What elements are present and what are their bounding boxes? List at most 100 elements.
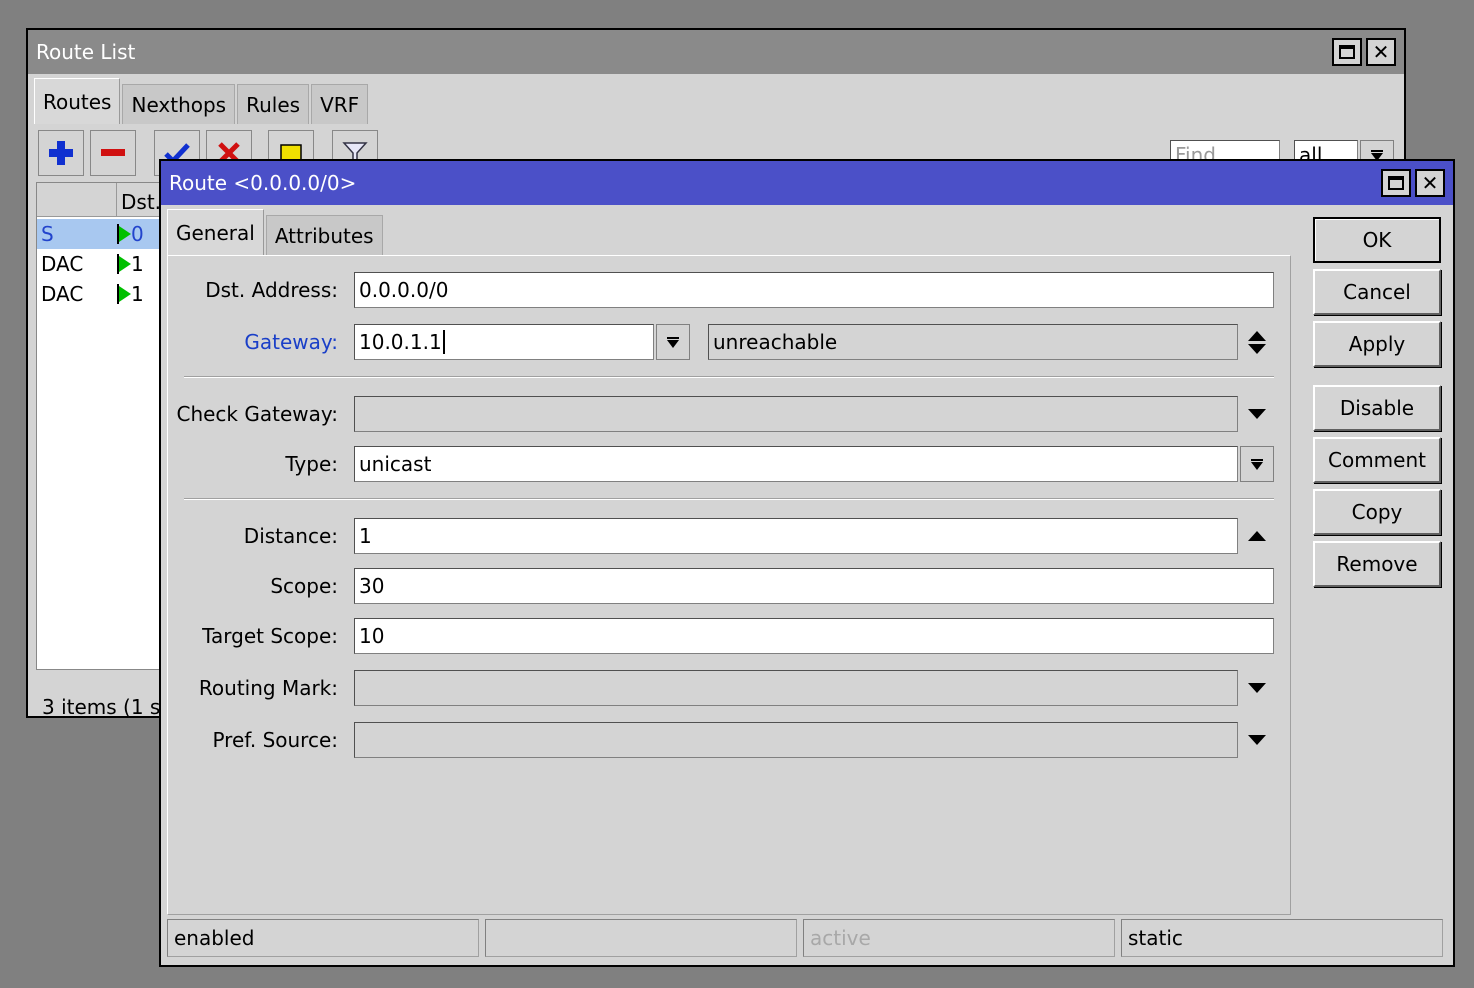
- tab-attributes[interactable]: Attributes: [265, 215, 383, 255]
- gateway-status: unreachable: [713, 330, 838, 354]
- route-dialog-title: Route <0.0.0.0/0>: [169, 171, 357, 195]
- general-panel: Dst. Address: 0.0.0.0/0 Gateway: 10.0.1.…: [167, 255, 1291, 915]
- tab-vrf[interactable]: VRF: [311, 84, 369, 124]
- scope-label: Scope:: [270, 574, 338, 598]
- maximize-icon: [1388, 176, 1404, 190]
- check-gateway-dropdown[interactable]: [1240, 396, 1274, 432]
- routing-mark-dropdown[interactable]: [1240, 670, 1274, 706]
- table-row[interactable]: DAC 1: [37, 249, 165, 279]
- tab-routes[interactable]: Routes: [34, 78, 121, 124]
- target-scope-label: Target Scope:: [202, 624, 338, 648]
- dst-address-value: 0.0.0.0/0: [359, 278, 449, 302]
- ok-button[interactable]: OK: [1313, 217, 1441, 263]
- close-icon: ✕: [1372, 40, 1390, 64]
- close-icon: ✕: [1421, 171, 1439, 195]
- check-gateway-label: Check Gateway:: [176, 402, 338, 426]
- maximize-icon: [1339, 45, 1355, 59]
- route-list-title: Route List: [36, 40, 136, 64]
- dst-address-label: Dst. Address:: [205, 278, 338, 302]
- tab-vrf-label: VRF: [320, 92, 360, 117]
- copy-button[interactable]: Copy: [1313, 489, 1441, 535]
- status-enabled: enabled: [167, 919, 479, 957]
- route-list-titlebar[interactable]: Route List: [28, 30, 1404, 74]
- distance-collapse[interactable]: [1240, 518, 1274, 554]
- chevron-down-icon: [1248, 683, 1266, 693]
- routing-mark-select[interactable]: [354, 670, 1238, 706]
- flag-icon: [117, 224, 131, 244]
- distance-label: Distance:: [243, 524, 338, 548]
- flag-icon: [117, 284, 131, 304]
- up-down-icon: [1248, 330, 1266, 354]
- dst-address-input[interactable]: 0.0.0.0/0: [354, 272, 1274, 308]
- close-button[interactable]: ✕: [1366, 38, 1396, 66]
- route-table[interactable]: Dst. S 0 DAC 1 DAC 1: [36, 182, 167, 670]
- gateway-status-field: unreachable: [708, 324, 1238, 360]
- separator: [184, 498, 1274, 500]
- tab-routes-label: Routes: [43, 89, 112, 114]
- gateway-dropdown[interactable]: [656, 324, 690, 360]
- tab-nexthops[interactable]: Nexthops: [122, 84, 236, 124]
- text-cursor: [442, 330, 445, 354]
- tab-general[interactable]: General: [167, 209, 264, 255]
- check-gateway-select[interactable]: [354, 396, 1238, 432]
- row-flags: S: [41, 222, 54, 246]
- tab-nexthops-label: Nexthops: [131, 92, 227, 117]
- gateway-input[interactable]: 10.0.1.1: [354, 324, 654, 360]
- row-flags: DAC: [41, 282, 84, 306]
- row-dst: 1: [131, 252, 144, 276]
- flag-icon: [117, 254, 131, 274]
- add-button[interactable]: [38, 130, 84, 176]
- scope-value: 30: [359, 574, 385, 598]
- apply-button[interactable]: Apply: [1313, 321, 1441, 367]
- distance-value: 1: [359, 524, 372, 548]
- tab-attributes-label: Attributes: [274, 223, 374, 248]
- separator: [184, 376, 1274, 378]
- minus-icon: [101, 149, 125, 156]
- status-empty: [485, 919, 797, 957]
- dropdown-icon: [667, 336, 679, 348]
- pref-source-dropdown[interactable]: [1240, 722, 1274, 758]
- type-select[interactable]: unicast: [354, 446, 1238, 482]
- routing-mark-label: Routing Mark:: [198, 676, 338, 700]
- table-row[interactable]: DAC 1: [37, 279, 165, 309]
- type-value: unicast: [359, 452, 432, 476]
- dropdown-icon: [1251, 458, 1263, 470]
- pref-source-select[interactable]: [354, 722, 1238, 758]
- status-static: static: [1121, 919, 1443, 957]
- chevron-down-icon: [1248, 735, 1266, 745]
- target-scope-input[interactable]: 10: [354, 618, 1274, 654]
- plus-icon: [49, 141, 73, 165]
- remove-button[interactable]: [90, 130, 136, 176]
- status-active: active: [803, 919, 1115, 957]
- dialog-maximize-button[interactable]: [1381, 169, 1411, 197]
- chevron-down-icon: [1248, 409, 1266, 419]
- tab-general-label: General: [176, 220, 255, 245]
- scope-input[interactable]: 30: [354, 568, 1274, 604]
- target-scope-value: 10: [359, 624, 385, 648]
- column-flags[interactable]: [37, 183, 117, 217]
- distance-input[interactable]: 1: [354, 518, 1238, 554]
- pref-source-label: Pref. Source:: [212, 728, 338, 752]
- row-dst: 1: [131, 282, 144, 306]
- table-row[interactable]: S 0: [37, 219, 165, 249]
- remove-button[interactable]: Remove: [1313, 541, 1441, 587]
- column-dst-label: Dst.: [121, 190, 162, 214]
- disable-button[interactable]: Disable: [1313, 385, 1441, 431]
- row-flags: DAC: [41, 252, 84, 276]
- route-dialog: Route <0.0.0.0/0> ✕ General Attributes D…: [159, 159, 1455, 967]
- cancel-button[interactable]: Cancel: [1313, 269, 1441, 315]
- gateway-value: 10.0.1.1: [359, 330, 442, 354]
- tab-rules[interactable]: Rules: [237, 84, 310, 124]
- gateway-label[interactable]: Gateway:: [244, 324, 338, 360]
- chevron-up-icon: [1248, 531, 1266, 541]
- comment-button[interactable]: Comment: [1313, 437, 1441, 483]
- gateway-add-remove-toggle[interactable]: [1240, 324, 1274, 360]
- maximize-button[interactable]: [1332, 38, 1362, 66]
- type-label: Type:: [285, 452, 338, 476]
- row-dst: 0: [131, 222, 144, 246]
- type-dropdown[interactable]: [1240, 446, 1274, 482]
- dialog-close-button[interactable]: ✕: [1415, 169, 1445, 197]
- route-list-status: 3 items (1 se: [42, 695, 166, 719]
- route-dialog-titlebar[interactable]: Route <0.0.0.0/0>: [161, 161, 1453, 205]
- tab-rules-label: Rules: [246, 92, 301, 117]
